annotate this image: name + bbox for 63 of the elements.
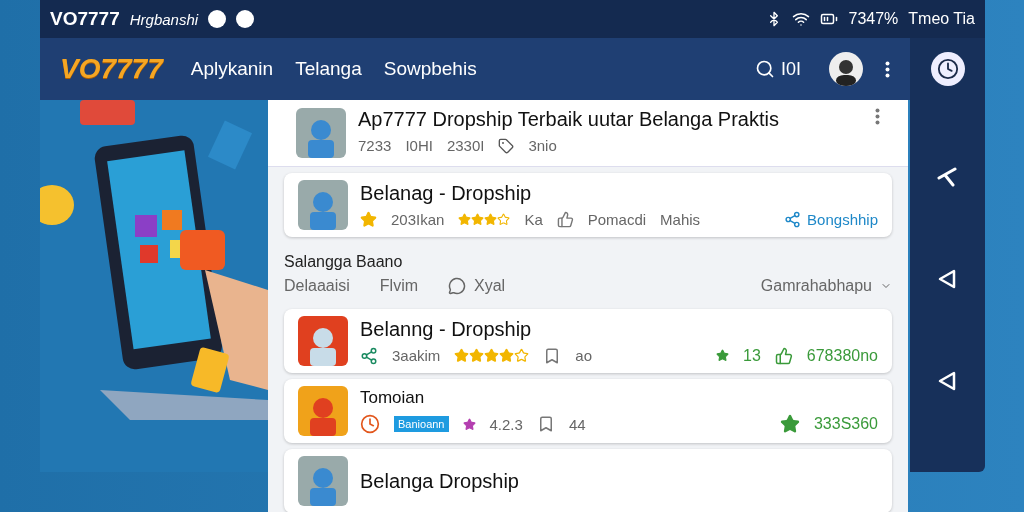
score-text: 4.2.3	[489, 415, 523, 433]
count-text: ao	[575, 347, 593, 364]
logo: VO7777	[60, 53, 163, 85]
dropship-link[interactable]: Bongshhip	[784, 211, 878, 228]
share-icon	[360, 346, 378, 365]
count-text: 44	[568, 415, 586, 433]
wifi-icon	[792, 10, 811, 28]
share-icon	[784, 211, 802, 228]
score-text: 13	[743, 346, 761, 365]
nav-link[interactable]: Aplykanin	[190, 58, 274, 80]
more-icon[interactable]	[875, 108, 880, 125]
star-icon	[716, 349, 729, 362]
meta-text: 2330I	[446, 137, 485, 154]
tool-icon[interactable]	[936, 166, 959, 188]
meta-text: I0HI	[405, 137, 433, 154]
back-icon[interactable]	[937, 268, 958, 290]
tag-text: 3nio	[528, 137, 557, 154]
seller-name: 3aakim	[392, 347, 441, 364]
chat-icon	[448, 277, 467, 295]
tag-icon	[498, 137, 515, 154]
product-title: Belanng - Dropship	[360, 317, 533, 341]
filter-button[interactable]: Flvim	[379, 277, 419, 295]
price-text: 333S360	[813, 415, 878, 433]
stat-text: Mahis	[660, 211, 701, 228]
product-title: Belanga Dropship	[360, 469, 520, 493]
label-badge: Banioann	[394, 416, 449, 432]
notification-icon	[236, 10, 255, 28]
star-icon	[360, 211, 377, 228]
status-text: Tmeo Tia	[908, 10, 975, 28]
stat-text: Pomacdi	[587, 211, 647, 228]
search-icon	[755, 59, 775, 79]
product-card[interactable]: Belanga Dropship	[284, 449, 892, 512]
section-title: Salangga Baano	[284, 253, 404, 271]
meta-text: 7233	[358, 137, 392, 154]
status-subtitle: Hrgbanshi	[129, 10, 199, 28]
rating-short: Ka	[524, 211, 543, 228]
star-icon	[779, 414, 800, 434]
notification-icon	[208, 10, 227, 28]
product-title: Tomoian	[360, 388, 426, 408]
filter-button[interactable]: Xyal	[448, 277, 506, 295]
back-icon[interactable]	[937, 370, 958, 392]
more-icon[interactable]	[885, 60, 890, 78]
clock-icon	[360, 414, 380, 434]
featured-title: Ap7777 Dropship Terbaik uutar Belanga Praktis	[358, 108, 780, 131]
status-title: VO7777	[50, 8, 120, 30]
filter-button[interactable]: Delaaaisi	[284, 277, 350, 295]
rating-text: 203Ikan	[391, 211, 445, 228]
sort-dropdown[interactable]: Gamrahabhapu	[760, 277, 892, 295]
avatar[interactable]	[829, 52, 863, 86]
nav-link[interactable]: Sowpbehis	[383, 58, 477, 80]
price-text: 678380no	[806, 346, 878, 365]
star-icon	[462, 417, 476, 431]
product-card[interactable]: Belanng - Dropship 3aakim ao 13 678380no	[284, 309, 892, 373]
search-button[interactable]: I0I	[749, 57, 807, 81]
product-title: Belanag - Dropship	[360, 182, 533, 205]
thumbs-up-icon	[774, 346, 793, 365]
clock-button[interactable]	[930, 52, 965, 86]
product-card[interactable]: Belanag - Dropship 203Ikan Ka Pomacdi Mahis Bongshhip	[284, 173, 892, 237]
battery-text: 7347%	[848, 10, 899, 28]
product-card[interactable]: Tomoian Banioann 4.2.3 44 333S360	[284, 379, 892, 443]
thumbs-up-icon	[556, 211, 574, 228]
clock-icon	[936, 58, 959, 80]
nav-link[interactable]: Telanga	[295, 58, 362, 80]
